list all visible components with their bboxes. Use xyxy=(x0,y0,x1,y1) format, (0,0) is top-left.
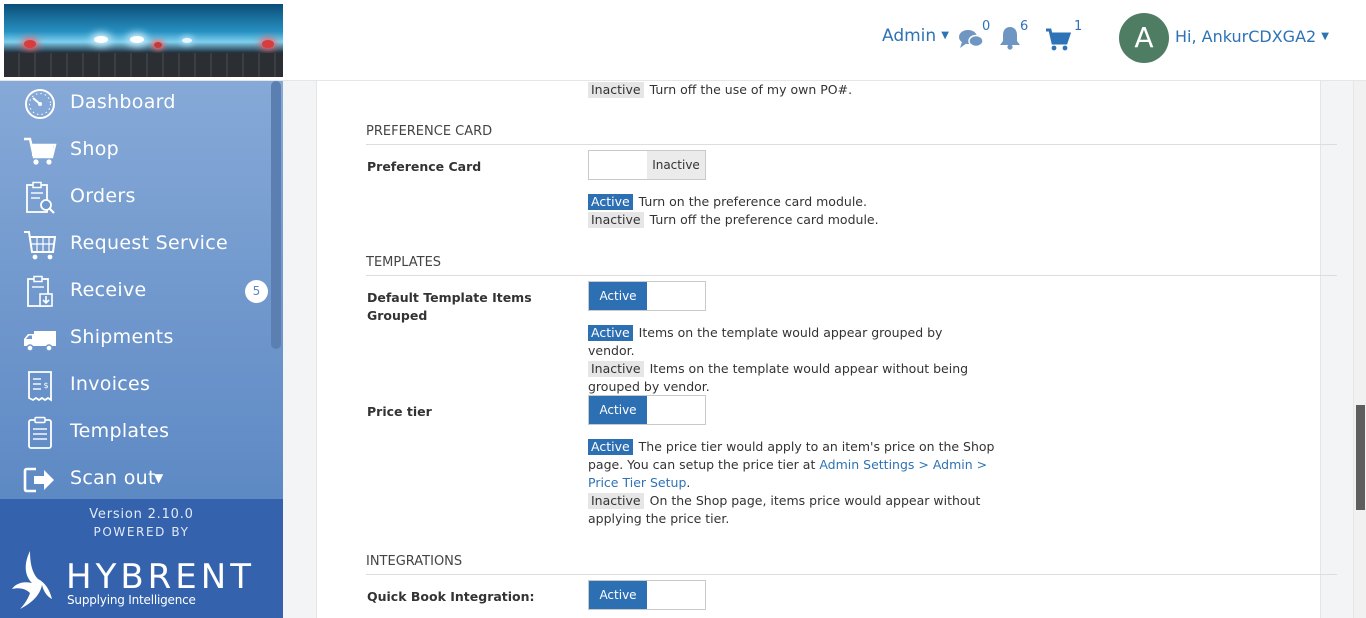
page-scrollbar-thumb[interactable] xyxy=(1356,405,1365,510)
admin-menu-label: Admin xyxy=(882,26,937,46)
setting-label-default-template-items-grouped: Default Template Items Grouped xyxy=(367,290,532,323)
brand-name: HYBRENT xyxy=(66,557,255,597)
cart-count: 1 xyxy=(1074,19,1083,34)
inactive-tag: Inactive xyxy=(588,212,644,228)
brand-tagline: Supplying Intelligence xyxy=(67,593,196,607)
user-greeting: Hi, AnkurCDXGA2 xyxy=(1175,27,1317,46)
sidebar-item-dashboard[interactable]: Dashboard xyxy=(0,81,270,128)
active-tag: Active xyxy=(588,194,633,210)
invoice-receipt-icon: $ xyxy=(28,371,52,402)
shopping-cart-icon xyxy=(24,137,57,165)
top-header: Admin ▼ 0 6 1 A Hi, AnkurCDXGA2 ▼ xyxy=(0,0,1366,81)
inactive-tag: Inactive xyxy=(588,493,644,509)
default-template-grouped-toggle[interactable]: Active xyxy=(588,281,706,311)
price-tier-description: Active The price tier would apply to an i… xyxy=(588,438,1006,528)
sidebar-scrollbar[interactable] xyxy=(271,81,281,349)
receive-clipboard-icon xyxy=(27,275,53,307)
version-text: Version 2.10.0 xyxy=(89,507,194,522)
user-menu[interactable]: Hi, AnkurCDXGA2 ▼ xyxy=(1175,27,1329,46)
delivery-truck-icon xyxy=(24,331,56,352)
setting-label-price-tier: Price tier xyxy=(367,404,432,419)
toggle-state-label: Active xyxy=(589,282,647,310)
sidebar-item-receive[interactable]: Receive 5 xyxy=(0,269,270,316)
receive-count-badge: 5 xyxy=(245,280,268,303)
price-tier-toggle[interactable]: Active xyxy=(588,395,706,425)
powered-by-text: POWERED BY xyxy=(93,525,190,539)
main-content: Inactive Turn off the use of my own PO#. … xyxy=(283,81,1366,618)
sidebar-item-shop[interactable]: Shop xyxy=(0,128,270,175)
orders-clipboard-search-icon xyxy=(26,181,55,214)
messages-count: 0 xyxy=(982,19,991,34)
setting-label-preference-card: Preference Card xyxy=(367,159,482,174)
messages-chat-icon[interactable] xyxy=(958,27,984,53)
hybrent-bird-logo-icon xyxy=(12,551,52,609)
default-template-description: Active Items on the template would appear… xyxy=(588,324,988,396)
toggle-state-label: Inactive xyxy=(647,151,705,179)
preference-card-toggle[interactable]: Inactive xyxy=(588,150,706,180)
section-title-preference-card: PREFERENCE CARD xyxy=(366,124,1337,145)
inactive-tag: Inactive xyxy=(588,82,644,98)
caret-down-icon: ▼ xyxy=(941,30,949,41)
request-service-cart-icon xyxy=(24,231,57,260)
sidebar-item-request-service[interactable]: Request Service xyxy=(0,222,270,269)
sidebar-nav: Dashboard Shop Orders Request Service Re… xyxy=(0,81,283,499)
sidebar-item-scan-out[interactable]: Scan out ▼ xyxy=(0,457,270,499)
quickbook-integration-toggle[interactable]: Active xyxy=(588,580,706,610)
active-description: Items on the template would appear group… xyxy=(588,325,943,358)
sidebar: Dashboard Shop Orders Request Service Re… xyxy=(0,81,283,618)
section-title-integrations: INTEGRATIONS xyxy=(366,554,1337,575)
cart-icon[interactable] xyxy=(1045,27,1071,53)
scan-out-exit-icon xyxy=(23,467,54,493)
sidebar-item-label: Orders xyxy=(70,185,136,207)
preference-card-description: Active Turn on the preference card module… xyxy=(588,193,1008,229)
toggle-state-label: Active xyxy=(589,396,647,424)
templates-clipboard-icon xyxy=(28,416,52,449)
sidebar-item-label: Request Service xyxy=(70,232,228,254)
page-scrollbar[interactable] xyxy=(1353,81,1366,618)
admin-menu[interactable]: Admin ▼ xyxy=(882,26,949,46)
sidebar-item-templates[interactable]: Templates xyxy=(0,410,270,457)
active-tag: Active xyxy=(588,325,633,341)
sidebar-item-label: Receive xyxy=(70,279,147,301)
caret-down-icon: ▼ xyxy=(1321,31,1329,42)
notifications-count: 6 xyxy=(1020,19,1029,34)
sidebar-item-label: Shop xyxy=(70,138,119,160)
sidebar-item-label: Invoices xyxy=(70,373,151,395)
svg-text:$: $ xyxy=(43,381,48,390)
active-tag: Active xyxy=(588,439,633,455)
section-title-templates: TEMPLATES xyxy=(366,255,1337,276)
inactive-description: Turn off the preference card module. xyxy=(649,212,879,227)
toggle-state-label: Active xyxy=(589,581,647,609)
setting-label-quick-book-integration: Quick Book Integration: xyxy=(367,589,535,604)
dashboard-gauge-icon xyxy=(25,89,55,119)
sidebar-item-invoices[interactable]: $ Invoices xyxy=(0,363,270,410)
inactive-description: On the Shop page, items price would appe… xyxy=(588,493,981,526)
chevron-down-icon: ▼ xyxy=(154,471,164,485)
banner-logo-image[interactable] xyxy=(4,4,283,77)
sidebar-item-label: Scan out xyxy=(70,467,156,489)
user-avatar[interactable]: A xyxy=(1119,13,1169,63)
active-description: Turn on the preference card module. xyxy=(638,194,867,209)
sidebar-item-label: Templates xyxy=(70,420,170,442)
inactive-tag: Inactive xyxy=(588,361,644,377)
sidebar-footer: Version 2.10.0 POWERED BY HYBRENT Supply… xyxy=(0,499,283,618)
settings-panel: Inactive Turn off the use of my own PO#. … xyxy=(316,81,1337,618)
sidebar-item-label: Dashboard xyxy=(70,91,176,113)
sidebar-item-orders[interactable]: Orders xyxy=(0,175,270,222)
active-description-end: . xyxy=(686,475,691,490)
po-inactive-text: Turn off the use of my own PO#. xyxy=(649,82,853,97)
sidebar-item-label: Shipments xyxy=(70,326,174,348)
sidebar-item-shipments[interactable]: Shipments xyxy=(0,316,270,363)
inactive-description: Items on the template would appear witho… xyxy=(588,361,969,394)
app-window: Admin ▼ 0 6 1 A Hi, AnkurCDXGA2 ▼ Dashbo… xyxy=(0,0,1366,618)
po-inactive-description: Inactive Turn off the use of my own PO#. xyxy=(588,81,1008,99)
